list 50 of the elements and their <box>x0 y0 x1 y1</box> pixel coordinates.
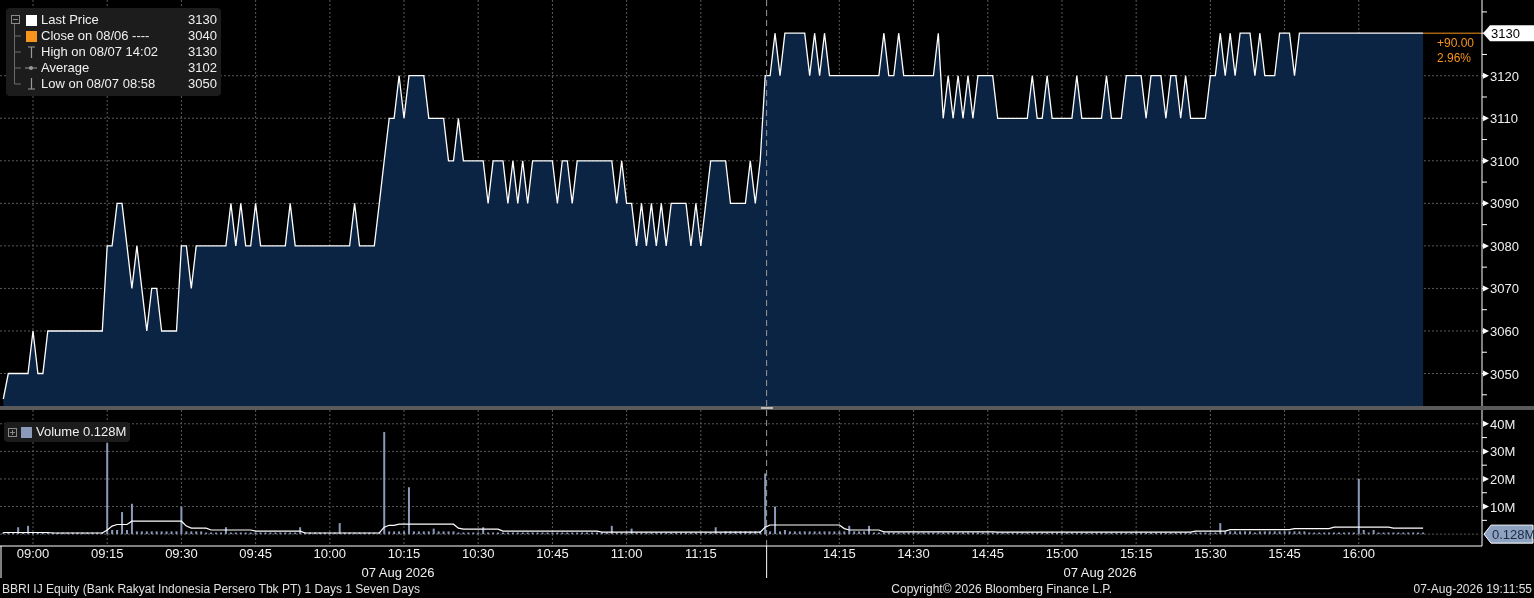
x-axis-label: 09:30 <box>165 546 198 561</box>
legend-value: 3050 <box>187 75 217 94</box>
volume-legend-label: Volume 0.128M <box>36 423 127 442</box>
timestamp: 07-Aug-2026 19:11:55 <box>1413 581 1532 598</box>
x-axis-label: 14:45 <box>971 546 1005 561</box>
legend-value: 3130 <box>187 11 217 30</box>
legend-label: Last Price <box>40 11 100 30</box>
y-axis-label: 3100 <box>1490 153 1519 169</box>
legend-value: 3102 <box>187 59 217 78</box>
x-axis-label: 09:15 <box>90 546 124 561</box>
y-axis-label: 3050 <box>1490 366 1519 382</box>
last-volume-tag: 0.128M <box>1483 524 1534 544</box>
y-axis-label: 40M <box>1490 416 1516 432</box>
legend-label: Close on 08/06 ---- <box>40 27 151 46</box>
x-axis-label: 10:15 <box>387 546 421 561</box>
x-axis-label: 15:15 <box>1119 546 1153 561</box>
y-axis-label: 3120 <box>1490 68 1519 84</box>
x-axis-label: 15:45 <box>1268 546 1301 561</box>
x-axis-label: 15:30 <box>1194 546 1227 561</box>
y-axis-label: 20M <box>1490 471 1516 487</box>
legend-value: 3130 <box>187 43 217 62</box>
x-axis-label: 11:15 <box>685 546 717 561</box>
y-axis-label: 3070 <box>1490 281 1519 297</box>
x-axis-label: 09:45 <box>239 546 272 561</box>
legend-label: Average <box>40 59 91 78</box>
x-axis-label: 10:00 <box>313 546 347 561</box>
x-axis-label: 16:00 <box>1342 546 1376 561</box>
x-axis-label: 11:00 <box>610 546 643 561</box>
x-axis-label: 14:30 <box>897 546 930 561</box>
x-axis-label: 10:45 <box>536 546 569 561</box>
x-axis-label: 14:15 <box>823 546 856 561</box>
date-label: 07 Aug 2026 <box>1063 565 1137 580</box>
x-axis-label: 09:00 <box>16 546 50 561</box>
x-axis-label: 15:00 <box>1045 546 1079 561</box>
y-axis-label: 3090 <box>1490 196 1519 212</box>
legend-label: High on 08/07 14:02 <box>40 43 160 62</box>
y-axis-label: 3060 <box>1490 324 1519 339</box>
change-value: +90.00 <box>1437 36 1475 51</box>
legend-label: Low on 08/07 08:58 <box>40 75 157 94</box>
x-axis-label: 10:30 <box>461 546 495 561</box>
last-price-tag: 3130 <box>1483 25 1534 42</box>
change-percent: 2.96% <box>1437 51 1472 66</box>
security-description: BBRI IJ Equity (Bank Rakyat Indonesia Persero Tbk PT) 1 Days 1 Seven Days <box>2 581 420 598</box>
y-axis-label: 30M <box>1490 444 1516 460</box>
date-label: 07 Aug 2026 <box>361 565 435 580</box>
y-axis-label: 3080 <box>1490 238 1519 254</box>
y-axis-label: 3110 <box>1490 111 1518 127</box>
copyright-text: Copyright© 2026 Bloomberg Finance L.P. <box>890 581 1113 598</box>
legend-value: 3040 <box>187 27 217 46</box>
y-axis-label: 10M <box>1490 499 1516 515</box>
